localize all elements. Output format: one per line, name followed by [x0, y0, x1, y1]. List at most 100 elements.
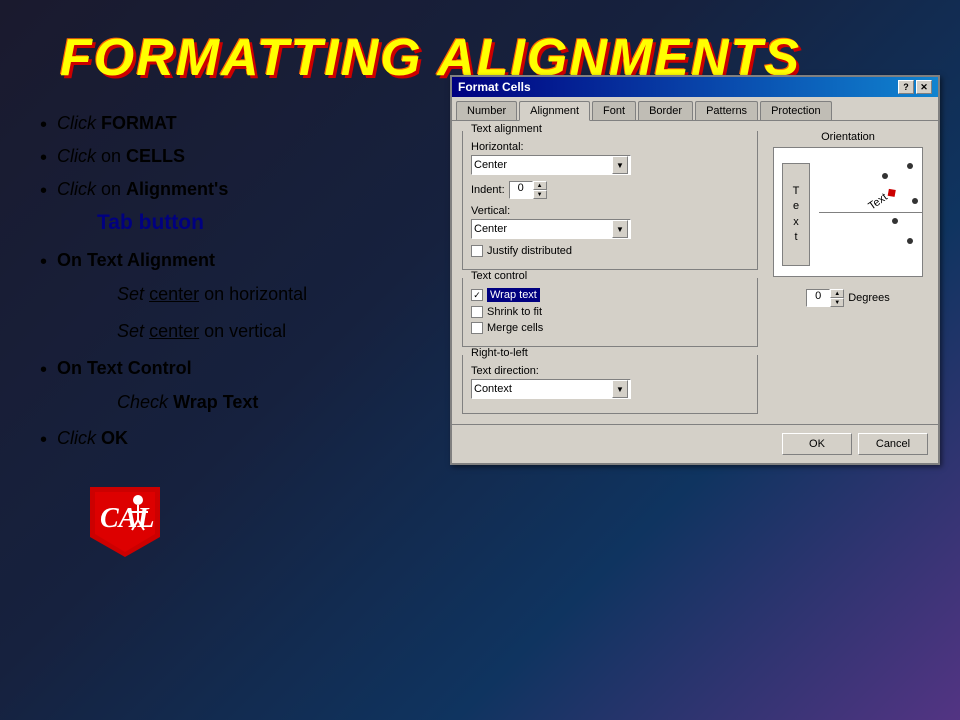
text-direction-value: Context — [474, 383, 612, 395]
list-item: • Click OK — [40, 427, 440, 452]
tab-alignment[interactable]: Alignment — [519, 101, 590, 121]
bullet-dot: • — [40, 359, 47, 382]
sub-item: Check Wrap Text — [97, 390, 258, 415]
bullets-section: • Click FORMAT • Click on CELLS • Click … — [30, 112, 450, 567]
shrink-label: Shrink to fit — [487, 306, 542, 318]
text-control-label: Text control — [469, 270, 529, 282]
tab-border[interactable]: Border — [638, 101, 693, 120]
degrees-spinner-buttons: ▲ ▼ — [830, 289, 844, 307]
text-control-section: Text control ✓ Wrap text Shrink to fit — [462, 278, 758, 347]
bullet-text: Click on Alignment's — [57, 178, 228, 201]
bullet-list: • Click FORMAT • Click on CELLS • Click … — [40, 112, 440, 452]
justify-label: Justify distributed — [487, 245, 572, 257]
vertical-field: Vertical: Center ▼ — [471, 205, 749, 239]
list-item: • Tab button — [40, 211, 440, 241]
dialog-footer: OK Cancel — [452, 424, 938, 463]
dialog-content: Text alignment Horizontal: Center ▼ — [452, 121, 938, 424]
indent-spinner-buttons: ▲ ▼ — [533, 181, 547, 199]
list-item: • Click on CELLS — [40, 145, 440, 170]
vertical-select[interactable]: Center ▼ — [471, 219, 631, 239]
dialog-controls: ? ✕ — [898, 80, 932, 94]
format-cells-dialog[interactable]: Format Cells ? ✕ Number Alignment Font B… — [450, 75, 940, 465]
justify-checkbox[interactable] — [471, 245, 483, 257]
dot-marker — [912, 198, 918, 204]
bullet-dot: • — [40, 251, 47, 274]
tab-font[interactable]: Font — [592, 101, 636, 120]
bullet-text: On Text Alignment — [57, 249, 215, 272]
cancel-button[interactable]: Cancel — [858, 433, 928, 455]
degrees-down[interactable]: ▼ — [830, 298, 844, 307]
right-column: Orientation T e x t — [768, 131, 928, 414]
orientation-area: T e x t — [773, 147, 923, 277]
bullet-dot: • — [40, 429, 47, 452]
indent-row: Indent: 0 ▲ ▼ — [471, 181, 749, 199]
text-direction-arrow[interactable]: ▼ — [612, 380, 628, 398]
vertical-label: Vertical: — [471, 205, 749, 217]
text-v-x: x — [793, 216, 799, 229]
slide-content: • Click FORMAT • Click on CELLS • Click … — [30, 112, 930, 567]
svg-text:CAL: CAL — [100, 503, 154, 534]
list-item: • Check Wrap Text — [40, 390, 440, 419]
horizontal-dropdown-arrow[interactable]: ▼ — [612, 156, 628, 174]
merge-label: Merge cells — [487, 322, 543, 334]
cal-logo: CAL — [70, 482, 190, 562]
indent-up[interactable]: ▲ — [533, 181, 547, 190]
tab-patterns[interactable]: Patterns — [695, 101, 758, 120]
vertical-value: Center — [474, 223, 612, 235]
vertical-dropdown-arrow[interactable]: ▼ — [612, 220, 628, 238]
text-v-e: e — [793, 200, 799, 213]
bullet-dot: • — [40, 147, 47, 170]
indent-label: Indent: — [471, 184, 505, 196]
degrees-spinner[interactable]: 0 ▲ ▼ — [806, 289, 844, 307]
list-item: • Set center on horizontal — [40, 282, 440, 311]
ok-button[interactable]: OK — [782, 433, 852, 455]
text-v-t: T — [793, 185, 800, 198]
text-vertical-block[interactable]: T e x t — [782, 163, 810, 266]
text-direction-field: Text direction: Context ▼ — [471, 365, 749, 399]
merge-row: Merge cells — [471, 322, 749, 334]
shrink-row: Shrink to fit — [471, 306, 749, 318]
slide-area: FORMATTING ALIGNMENTS • Click FORMAT • C… — [0, 0, 960, 720]
help-button[interactable]: ? — [898, 80, 914, 94]
degrees-up[interactable]: ▲ — [830, 289, 844, 298]
dialog-title: Format Cells — [458, 80, 531, 94]
dialog-titlebar: Format Cells ? ✕ — [452, 77, 938, 97]
horizontal-label: Horizontal: — [471, 141, 749, 153]
text-direction-label: Text direction: — [471, 365, 749, 377]
text-alignment-section-label: Text alignment — [469, 123, 544, 135]
list-item: • Set center on vertical — [40, 319, 440, 348]
merge-checkbox[interactable] — [471, 322, 483, 334]
orientation-label: Orientation — [821, 131, 875, 143]
indent-down[interactable]: ▼ — [533, 190, 547, 199]
shrink-checkbox[interactable] — [471, 306, 483, 318]
indent-value[interactable]: 0 — [509, 181, 533, 199]
red-diamond — [887, 188, 895, 196]
bullet-dot: • — [40, 114, 47, 137]
tab-protection[interactable]: Protection — [760, 101, 832, 120]
center-line — [819, 212, 922, 213]
wrap-text-checkbox[interactable]: ✓ — [471, 289, 483, 301]
indent-spinner[interactable]: 0 ▲ ▼ — [509, 181, 547, 199]
text-direction-select[interactable]: Context ▼ — [471, 379, 631, 399]
text-v-t2: t — [794, 231, 797, 244]
dot-marker — [907, 163, 913, 169]
list-item: • On Text Control — [40, 357, 440, 382]
dot-marker — [907, 238, 913, 244]
degrees-value[interactable]: 0 — [806, 289, 830, 307]
horizontal-select[interactable]: Center ▼ — [471, 155, 631, 175]
tab-button-text: Tab button — [97, 211, 204, 235]
tab-number[interactable]: Number — [456, 101, 517, 120]
horizontal-value: Center — [474, 159, 612, 171]
text-rotated-label: Text — [866, 191, 889, 212]
rotated-text-label: Text — [866, 185, 898, 212]
justify-row: Justify distributed — [471, 245, 749, 257]
close-button[interactable]: ✕ — [916, 80, 932, 94]
list-item: • Click on Alignment's — [40, 178, 440, 203]
bullet-dot: • — [40, 180, 47, 203]
dot-marker — [882, 173, 888, 179]
tabs-bar: Number Alignment Font Border Patterns Pr… — [452, 97, 938, 121]
sub-item: Set center on horizontal — [97, 282, 307, 307]
bullet-text: On Text Control — [57, 357, 192, 380]
rtl-section: Right-to-left Text direction: Context ▼ — [462, 355, 758, 414]
wrap-text-label: Wrap text — [487, 288, 540, 302]
